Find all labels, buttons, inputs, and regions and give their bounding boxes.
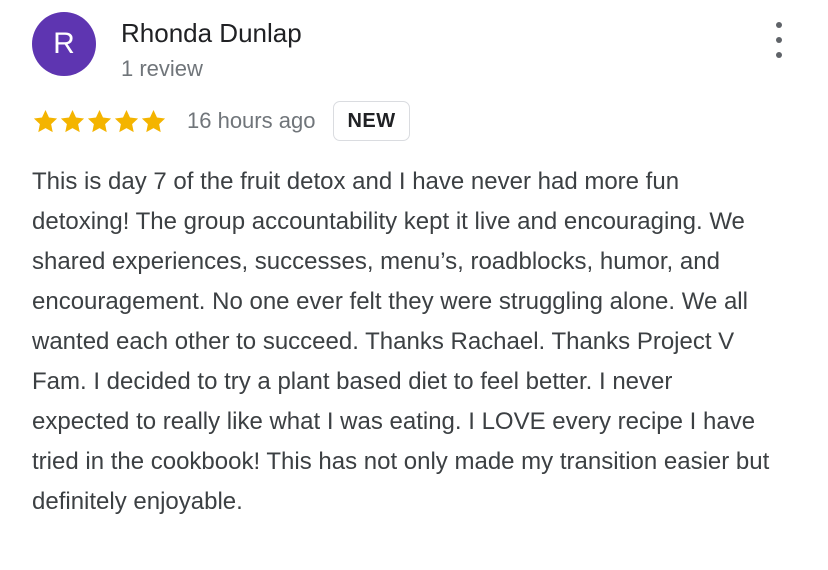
star-icon: [114, 109, 139, 132]
star-icon: [33, 109, 58, 132]
new-badge: NEW: [333, 101, 410, 141]
star-icon: [60, 109, 85, 132]
rating-row: 16 hours ago NEW: [32, 100, 410, 142]
avatar[interactable]: R: [32, 12, 96, 76]
star-icon: [87, 109, 112, 132]
star-rating: [32, 108, 167, 135]
more-vert-icon-dot: [776, 37, 782, 43]
star-icon: [141, 109, 166, 132]
more-vert-icon-dot: [776, 22, 782, 28]
reviewer-review-count[interactable]: 1 review: [121, 54, 203, 84]
review-text: This is day 7 of the fruit detox and I h…: [32, 168, 770, 515]
reviewer-name[interactable]: Rhonda Dunlap: [121, 16, 302, 50]
review-timestamp: 16 hours ago: [187, 108, 316, 133]
more-vert-icon-dot: [776, 52, 782, 58]
more-options-button[interactable]: [764, 22, 794, 58]
review-card: R Rhonda Dunlap 1 review 16 hours ago NE…: [0, 0, 828, 570]
